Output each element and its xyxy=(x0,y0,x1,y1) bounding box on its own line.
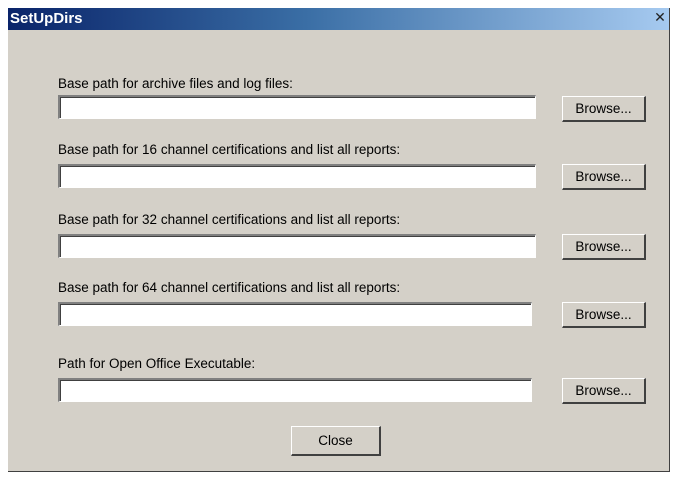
setupdirs-dialog: SetUpDirs ✕ Base path for archive files … xyxy=(8,8,670,472)
browse-channel64-button[interactable]: Browse... xyxy=(562,302,646,328)
archive-path-input[interactable] xyxy=(58,95,536,119)
browse-archive-button[interactable]: Browse... xyxy=(562,96,646,122)
browse-channel16-button[interactable]: Browse... xyxy=(562,164,646,190)
window-title: SetUpDirs xyxy=(10,10,83,27)
archive-path-label: Base path for archive files and log file… xyxy=(58,76,293,91)
close-window-icon[interactable]: ✕ xyxy=(653,10,667,26)
channel16-path-input[interactable] xyxy=(58,164,536,188)
browse-channel32-button[interactable]: Browse... xyxy=(562,234,646,260)
channel16-path-label: Base path for 16 channel certifications … xyxy=(58,142,401,157)
channel32-path-input[interactable] xyxy=(58,234,536,258)
browse-openoffice-button[interactable]: Browse... xyxy=(562,378,646,404)
openoffice-path-label: Path for Open Office Executable: xyxy=(58,356,256,371)
channel32-path-label: Base path for 32 channel certifications … xyxy=(58,212,401,227)
title-bar[interactable]: SetUpDirs ✕ xyxy=(8,8,669,30)
close-button[interactable]: Close xyxy=(291,426,381,456)
channel64-path-label: Base path for 64 channel certifications … xyxy=(58,280,401,295)
openoffice-path-input[interactable] xyxy=(58,378,532,402)
channel64-path-input[interactable] xyxy=(58,302,532,326)
